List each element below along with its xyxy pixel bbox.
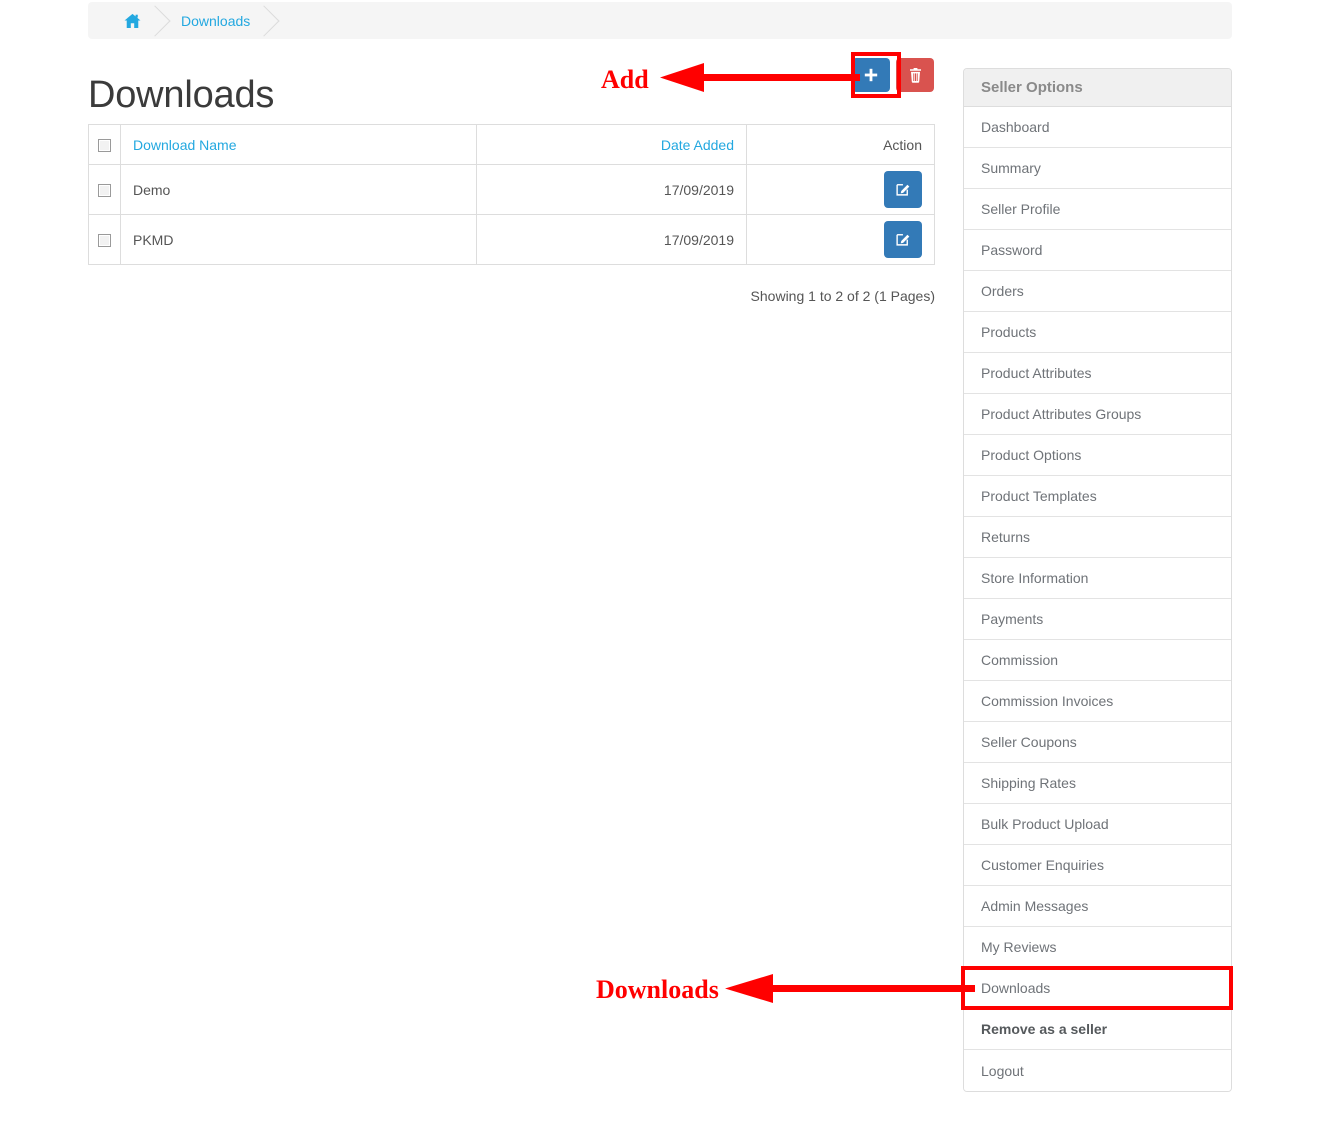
- sidebar-item-customer-enquiries[interactable]: Customer Enquiries: [964, 845, 1231, 886]
- sidebar-item-label: Logout: [981, 1062, 1024, 1079]
- sidebar-item-returns[interactable]: Returns: [964, 517, 1231, 558]
- breadcrumb-label: Downloads: [181, 12, 251, 29]
- edit-icon: [895, 181, 911, 199]
- sidebar-item-remove-as-a-seller[interactable]: Remove as a seller: [964, 1009, 1231, 1050]
- column-date-added: Date Added: [476, 124, 747, 165]
- annotation-arrow-add: [660, 63, 860, 92]
- breadcrumb-item-downloads[interactable]: Downloads: [155, 2, 264, 39]
- sidebar-item-label: Products: [981, 324, 1037, 340]
- table-head: Download Name Date Added Action: [88, 124, 935, 165]
- row-action-cell: [746, 164, 935, 215]
- table-body: Demo 17/09/2019 PKMD 17/09/2019: [88, 164, 935, 265]
- sidebar-item-label: Summary: [981, 160, 1041, 176]
- column-download-name: Download Name: [120, 124, 477, 165]
- select-all-checkbox[interactable]: [98, 139, 111, 153]
- downloads-table: Download Name Date Added Action Demo 17/…: [88, 124, 935, 265]
- row-date-added: 17/09/2019: [476, 164, 747, 215]
- page-title: Downloads: [88, 74, 275, 116]
- sidebar-header: Seller Options: [964, 69, 1231, 107]
- sidebar-item-seller-coupons[interactable]: Seller Coupons: [964, 722, 1231, 763]
- sidebar-item-dashboard[interactable]: Dashboard: [964, 107, 1231, 148]
- row-checkbox[interactable]: [98, 184, 111, 198]
- table-row: Demo 17/09/2019: [88, 164, 935, 215]
- pagination-summary: Showing 1 to 2 of 2 (1 Pages): [750, 288, 935, 304]
- annotation-arrow-downloads: [725, 974, 975, 1003]
- sidebar-item-label: Dashboard: [981, 119, 1050, 135]
- sidebar-item-label: Store Information: [981, 570, 1089, 586]
- sidebar-item-product-templates[interactable]: Product Templates: [964, 476, 1231, 517]
- page-root: Downloads Downloads Download Name Date A…: [0, 0, 1326, 1128]
- row-checkbox[interactable]: [98, 234, 111, 248]
- sort-download-name-link[interactable]: Download Name: [133, 137, 237, 153]
- edit-button[interactable]: [884, 171, 922, 208]
- sidebar-item-product-attributes[interactable]: Product Attributes: [964, 353, 1231, 394]
- sidebar-item-products[interactable]: Products: [964, 312, 1231, 353]
- sidebar-item-label: Password: [981, 242, 1043, 258]
- sidebar-item-label: Admin Messages: [981, 898, 1089, 914]
- sidebar-item-label: Product Attributes: [981, 365, 1092, 381]
- sidebar-item-admin-messages[interactable]: Admin Messages: [964, 886, 1231, 927]
- column-action-label: Action: [883, 136, 922, 153]
- sidebar-item-shipping-rates[interactable]: Shipping Rates: [964, 763, 1231, 804]
- breadcrumb: Downloads: [88, 2, 1232, 39]
- sort-date-added-link[interactable]: Date Added: [661, 137, 734, 153]
- column-action: Action: [746, 124, 935, 165]
- sidebar-item-downloads[interactable]: Downloads: [964, 968, 1231, 1009]
- sidebar-item-label: Downloads: [981, 980, 1051, 996]
- row-date-added: 17/09/2019: [476, 214, 747, 265]
- column-select-all: [88, 124, 121, 165]
- sidebar-item-commission-invoices[interactable]: Commission Invoices: [964, 681, 1231, 722]
- add-button[interactable]: [852, 58, 890, 92]
- seller-options-sidebar: Seller Options Dashboard Summary Seller …: [963, 68, 1232, 1092]
- sidebar-item-product-options[interactable]: Product Options: [964, 435, 1231, 476]
- edit-icon: [895, 231, 911, 249]
- table-toolbar: [852, 58, 934, 92]
- sidebar-item-label: Commission Invoices: [981, 693, 1114, 709]
- home-icon: [124, 13, 141, 29]
- sidebar-item-label: Seller Coupons: [981, 734, 1077, 750]
- row-download-name: PKMD: [120, 214, 477, 265]
- sidebar-item-label: Seller Profile: [981, 201, 1061, 217]
- sidebar-item-label: Product Attributes Groups: [981, 406, 1142, 422]
- edit-button[interactable]: [884, 221, 922, 258]
- sidebar-item-seller-profile[interactable]: Seller Profile: [964, 189, 1231, 230]
- annotation-label-add: Add: [601, 65, 649, 94]
- sidebar-item-bulk-product-upload[interactable]: Bulk Product Upload: [964, 804, 1231, 845]
- sidebar-item-label: Product Templates: [981, 488, 1097, 504]
- sidebar-item-label: Customer Enquiries: [981, 857, 1104, 873]
- delete-button[interactable]: [896, 58, 934, 92]
- trash-icon: [909, 67, 922, 83]
- sidebar-item-my-reviews[interactable]: My Reviews: [964, 927, 1231, 968]
- sidebar-item-label: Product Options: [981, 447, 1082, 463]
- row-action-cell: [746, 214, 935, 265]
- sidebar-item-summary[interactable]: Summary: [964, 148, 1231, 189]
- table-row: PKMD 17/09/2019: [88, 214, 935, 265]
- annotation-label-downloads: Downloads: [596, 975, 719, 1004]
- row-download-name: Demo: [120, 164, 477, 215]
- sidebar-item-label: Remove as a seller: [981, 1021, 1108, 1037]
- sidebar-item-orders[interactable]: Orders: [964, 271, 1231, 312]
- sidebar-item-store-information[interactable]: Store Information: [964, 558, 1231, 599]
- sidebar-item-label: Commission: [981, 652, 1059, 668]
- breadcrumb-item-home[interactable]: [88, 2, 155, 39]
- sidebar-item-label: Payments: [981, 611, 1044, 627]
- table-header-row: Download Name Date Added Action: [88, 124, 935, 165]
- sidebar-item-label: Orders: [981, 283, 1024, 299]
- sidebar-item-label: Returns: [981, 529, 1031, 545]
- sidebar-item-label: Shipping Rates: [981, 775, 1076, 791]
- sidebar-item-logout[interactable]: Logout: [964, 1050, 1231, 1091]
- sidebar-item-commission[interactable]: Commission: [964, 640, 1231, 681]
- row-select-cell: [88, 164, 121, 215]
- sidebar-item-password[interactable]: Password: [964, 230, 1231, 271]
- sidebar-item-label: My Reviews: [981, 939, 1057, 955]
- sidebar-item-product-attributes-groups[interactable]: Product Attributes Groups: [964, 394, 1231, 435]
- sidebar-item-label: Bulk Product Upload: [981, 816, 1109, 832]
- sidebar-item-payments[interactable]: Payments: [964, 599, 1231, 640]
- plus-icon: [864, 68, 878, 82]
- row-select-cell: [88, 214, 121, 265]
